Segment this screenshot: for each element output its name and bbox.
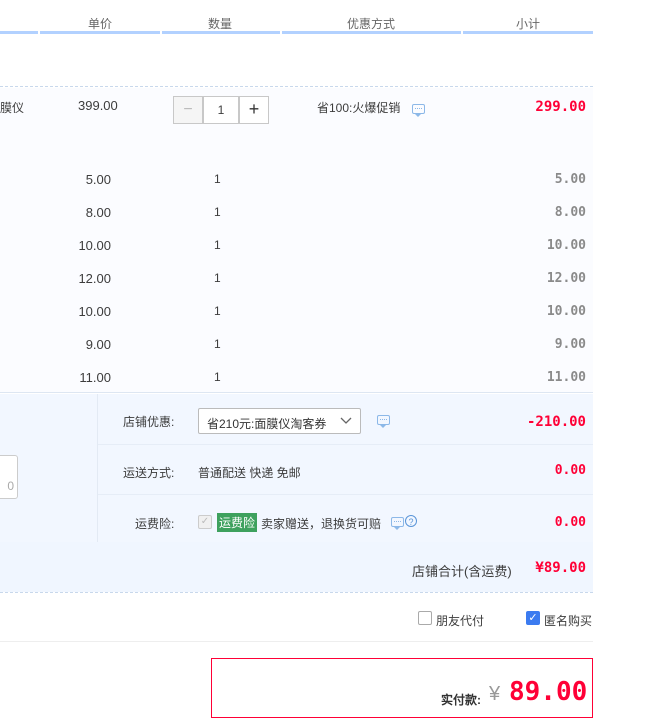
gift-item-price: 10.00: [78, 304, 111, 319]
payment-label: 实付款:: [441, 693, 481, 707]
header-discount: 优惠方式: [347, 17, 396, 31]
gift-item-qty: 1: [214, 304, 221, 318]
gift-item-subtotal: 10.00: [546, 238, 586, 253]
anonymous-checkbox[interactable]: ✓: [526, 611, 540, 625]
gift-item-subtotal: 11.00: [546, 370, 586, 385]
memo-placeholder: 0: [7, 479, 14, 493]
anonymous-label[interactable]: 匿名购买: [544, 612, 592, 629]
gift-item-price: 12.00: [78, 271, 111, 286]
gift-item-qty: 1: [214, 205, 221, 219]
shipping-value: 普通配送 快递 免邮: [198, 466, 301, 480]
item-discount: 省100:火爆促销: [317, 101, 401, 115]
header-price: 单价: [88, 17, 113, 31]
gift-item-qty: 1: [214, 271, 221, 285]
chevron-down-icon: [340, 412, 352, 431]
gift-item-price: 9.00: [85, 337, 111, 352]
divider: [98, 444, 593, 445]
help-icon[interactable]: ?: [405, 515, 417, 527]
coupon-select[interactable]: 省210元:面膜仪淘客券: [198, 408, 361, 434]
header-underline: [40, 31, 160, 34]
coupon-select-value: 省210元:面膜仪淘客券: [207, 417, 327, 431]
header-underline: [282, 31, 461, 34]
shipping-label: 运送方式:: [123, 466, 175, 480]
gift-item-qty: 1: [214, 370, 221, 384]
divider: [0, 86, 593, 87]
currency-symbol: ¥: [489, 683, 501, 705]
divider: [0, 592, 593, 593]
header-subtotal: 小计: [516, 17, 541, 31]
gift-item-price: 8.00: [85, 205, 111, 220]
gift-item-subtotal: 10.00: [546, 304, 586, 319]
shop-total-label: 店铺合计(含运费): [412, 564, 512, 579]
gift-item-subtotal: 12.00: [546, 271, 586, 286]
gift-item-qty: 1: [214, 172, 221, 186]
insurance-amount: 0.00: [554, 515, 586, 530]
divider: [97, 394, 98, 542]
friend-pay-checkbox[interactable]: [418, 611, 432, 625]
friend-pay-label[interactable]: 朋友代付: [436, 612, 484, 629]
gift-item-qty: 1: [214, 337, 221, 351]
payment-amount: 89.00: [509, 677, 588, 707]
insurance-tag: 运费险: [217, 513, 258, 532]
header-qty: 数量: [208, 17, 233, 31]
gift-item-subtotal: 5.00: [554, 172, 586, 187]
chat-icon[interactable]: [377, 415, 390, 428]
item-subtotal: 299.00: [535, 99, 586, 115]
shipping-amount: 0.00: [554, 463, 586, 478]
gift-item-price: 10.00: [78, 238, 111, 253]
payment-summary-box: 实付款: ¥ 89.00: [211, 658, 593, 718]
insurance-text: 卖家赠送，退换货可赔: [261, 517, 382, 531]
divider: [98, 494, 593, 495]
gift-item-subtotal: 9.00: [554, 337, 586, 352]
chat-icon[interactable]: [412, 104, 425, 117]
header-underline: [162, 31, 280, 34]
item-price: 399.00: [78, 98, 118, 113]
shop-total-amount: ¥89.00: [535, 560, 586, 576]
table-header: 单价 数量 优惠方式 小计: [0, 0, 593, 36]
quantity-input[interactable]: 1: [203, 96, 239, 124]
gift-item-qty: 1: [214, 238, 221, 252]
coupon-label: 店铺优惠:: [123, 415, 175, 429]
divider: [0, 392, 593, 393]
header-underline: [463, 31, 593, 34]
gift-item-price: 5.00: [85, 172, 111, 187]
insurance-checkbox[interactable]: ✓: [198, 515, 212, 529]
gift-item-price: 11.00: [79, 370, 111, 385]
header-underline: [0, 31, 38, 34]
coupon-amount: -210.00: [526, 414, 586, 430]
increase-button[interactable]: +: [239, 96, 269, 124]
decrease-button[interactable]: −: [173, 96, 203, 124]
insurance-label: 运费险:: [135, 517, 175, 531]
gift-item-subtotal: 8.00: [554, 205, 586, 220]
divider: [0, 641, 593, 642]
chat-icon[interactable]: [391, 517, 404, 530]
memo-input[interactable]: 0: [0, 455, 18, 499]
item-name[interactable]: 膜仪: [0, 99, 24, 116]
